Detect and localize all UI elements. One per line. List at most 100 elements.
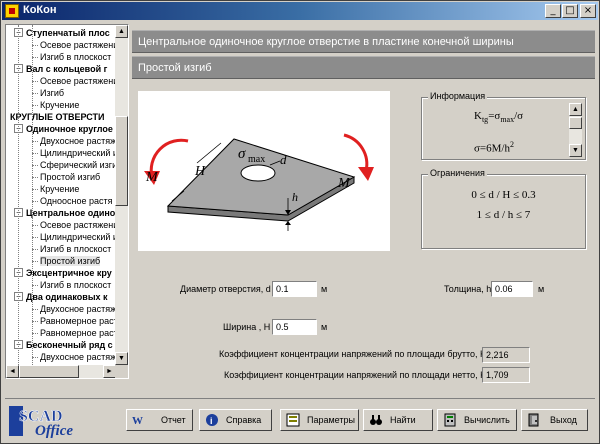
tree-item-label: Цилиндрический и: [40, 148, 116, 158]
tree-guide-line: [18, 25, 19, 365]
tree-horizontal-scrollbar[interactable]: ◄ ►: [6, 365, 116, 378]
tree-item[interactable]: Бесконечный ряд с: [26, 339, 113, 351]
tree-item[interactable]: Цилиндрический и: [40, 231, 116, 243]
tree-item[interactable]: Сферический изги: [40, 159, 116, 171]
tree-item[interactable]: Кручение: [40, 183, 79, 195]
info-formula-2: σ=6M/h2: [474, 140, 514, 155]
info-scroll-down[interactable]: ▼: [569, 144, 582, 157]
tree-item[interactable]: Изгиб в плоскост: [40, 279, 111, 291]
tree-item[interactable]: Равномерное раст: [40, 315, 116, 327]
tree-item[interactable]: Ступенчатый плос: [26, 27, 110, 39]
tree-item[interactable]: Осевое растяжени: [40, 39, 116, 51]
tree-item-label: Осевое растяжени: [40, 76, 116, 86]
scad-office-logo: SCAD Office: [7, 404, 95, 439]
info-scroll-up[interactable]: ▲: [569, 103, 582, 116]
maximize-button[interactable]: □: [562, 4, 578, 18]
width-input[interactable]: 0.5: [272, 319, 317, 335]
tree-item[interactable]: Кручение: [40, 99, 79, 111]
params-icon: [286, 413, 300, 427]
app-icon: [5, 4, 19, 18]
tree-item-label: Осевое растяжени: [40, 40, 116, 50]
params-button-label: Параметры: [307, 415, 355, 425]
tree-item[interactable]: Одноосное растя: [40, 195, 113, 207]
tree-item-label: Одноосное растя: [40, 196, 113, 206]
net-kt-value: 1,709: [482, 367, 530, 383]
tree-item[interactable]: Двухосное растяж: [40, 303, 116, 315]
gross-kt-value: 2,216: [482, 347, 530, 363]
thickness-label: Толщина, h: [444, 284, 492, 294]
logo-svg: SCAD Office: [9, 406, 73, 439]
info-scroll-thumb[interactable]: [569, 117, 582, 129]
net-kt-label: Коэффициент концентрации напряжений по п…: [224, 370, 492, 383]
tree-item[interactable]: Двухосное растяж: [40, 351, 116, 363]
tree-item[interactable]: Два одинаковых к: [26, 291, 108, 303]
tree-item[interactable]: Осевое растяжени: [40, 219, 116, 231]
params-button[interactable]: Параметры: [280, 409, 359, 431]
limit-2: 1 ≤ d / h ≤ 7: [476, 209, 531, 221]
tree-item[interactable]: Цилиндрический и: [40, 147, 116, 159]
calculate-button-label: Вычислить: [464, 415, 510, 425]
diagram-picture: M M H σ max d h: [138, 91, 390, 251]
diameter-label: d: [280, 152, 287, 167]
diameter-input[interactable]: 0.1: [272, 281, 317, 297]
scroll-up-button[interactable]: ▲: [115, 25, 128, 38]
thickness-arrowhead-bottom: [285, 221, 291, 225]
tree-item[interactable]: Простой изгиб: [40, 255, 101, 267]
tree-item[interactable]: Изгиб в плоскост: [40, 51, 111, 63]
hscroll-thumb[interactable]: [19, 365, 79, 378]
minimize-button[interactable]: _: [545, 4, 561, 18]
width-label: Ширина , H: [223, 322, 271, 332]
width-h-label: H: [194, 164, 206, 179]
scroll-down-button[interactable]: ▼: [115, 352, 128, 365]
moment-arrowhead-right: [358, 167, 374, 181]
tree-item[interactable]: Равномерное раст: [40, 327, 116, 339]
report-icon: W: [132, 415, 143, 427]
report-button-label: Отчет: [161, 415, 186, 425]
tree-item-label: Простой изгиб: [40, 256, 101, 266]
thickness-input[interactable]: 0.06: [491, 281, 533, 297]
plate-diagram: M M H σ max d h: [144, 133, 374, 231]
tree-item[interactable]: КРУГЛЫЕ ОТВЕРСТИ: [10, 111, 105, 123]
exit-door-icon: [528, 413, 539, 427]
m-right-label: M: [337, 176, 351, 191]
exit-button[interactable]: Выход: [521, 409, 588, 431]
tree-vertical-scrollbar[interactable]: ▲ ▼: [115, 25, 128, 365]
tree-item[interactable]: Осевое растяжени: [40, 75, 116, 87]
tree-item-label: Два одинаковых к: [26, 292, 108, 302]
tree-item-label: Равномерное раст: [40, 316, 116, 326]
tree-item[interactable]: Одиночное круглое: [26, 123, 113, 135]
thickness-unit: м: [538, 284, 545, 294]
tree-item[interactable]: Эксцентричное кру: [26, 267, 112, 279]
diameter-unit: м: [321, 284, 328, 294]
width-unit: м: [321, 322, 328, 332]
info-group-title: Информация: [428, 91, 488, 101]
tree-item[interactable]: Изгиб: [40, 87, 64, 99]
scroll-thumb[interactable]: [115, 116, 128, 206]
info-scrollbar[interactable]: ▲ ▼: [569, 103, 582, 157]
tree-item-label: Кручение: [40, 100, 80, 110]
report-button[interactable]: W Отчет: [126, 409, 193, 431]
exit-button-label: Выход: [550, 415, 577, 425]
help-button-label: Справка: [226, 415, 262, 425]
logo-office: Office: [35, 423, 73, 438]
scroll-left-button[interactable]: ◄: [6, 365, 19, 378]
tree-item-label: Цилиндрический и: [40, 232, 116, 242]
tree-item-label: Одиночное круглое: [26, 124, 113, 134]
tree-item-label: Изгиб в плоскост: [40, 280, 112, 290]
tree-item[interactable]: Центральное одино: [26, 207, 115, 219]
scroll-corner: [115, 365, 128, 378]
title-bar[interactable]: КоКон _ □ ×: [2, 2, 598, 20]
close-button[interactable]: ×: [580, 4, 596, 18]
calculate-button[interactable]: Вычислить: [437, 409, 517, 431]
tree-item[interactable]: Простой изгиб: [40, 171, 100, 183]
tree-item[interactable]: Вал с кольцевой г: [26, 63, 107, 75]
tree-item-label: Кручение: [40, 184, 80, 194]
tree-item[interactable]: Двухосное растяже: [40, 135, 116, 147]
find-button[interactable]: Найти: [363, 409, 433, 431]
help-button[interactable]: i Справка: [199, 409, 272, 431]
tree-item-label: Равномерное раст: [40, 328, 116, 338]
tree-item[interactable]: Изгиб в плоскост: [40, 243, 111, 255]
tree-item-label: Эксцентричное кру: [26, 268, 112, 278]
tree-panel[interactable]: Ступенчатый плос − Осевое растяжени Изгиб в…: [5, 24, 129, 379]
tree-item-label: Двухосное растяж: [40, 352, 116, 362]
